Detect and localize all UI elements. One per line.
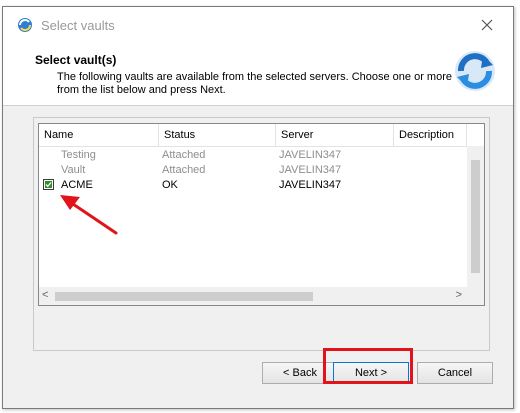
refresh-arrows-icon	[453, 49, 497, 98]
vertical-scroll-thumb[interactable]	[471, 160, 480, 273]
list-item[interactable]: Testing Attached JAVELIN347	[39, 148, 484, 163]
checkbox-icon[interactable]	[43, 179, 54, 190]
vault-server: JAVELIN347	[279, 179, 342, 191]
vault-name: ACME	[61, 179, 93, 191]
column-header-server[interactable]: Server	[276, 124, 394, 146]
vault-name: Vault	[61, 164, 86, 176]
list-header: Name Status Server Description	[39, 124, 484, 147]
cancel-button[interactable]: Cancel	[417, 362, 493, 384]
vault-status: Attached	[162, 164, 206, 176]
annotation-arrow-icon	[60, 195, 118, 235]
vault-server: JAVELIN347	[279, 149, 342, 161]
column-header-name[interactable]: Name	[39, 124, 159, 146]
horizontal-scrollbar[interactable]: < >	[39, 287, 484, 305]
vault-status: OK	[162, 179, 178, 191]
page-description: The following vaults are available from …	[57, 71, 452, 96]
list-item[interactable]: Vault Attached JAVELIN347	[39, 163, 484, 178]
vault-server: JAVELIN347	[279, 164, 342, 176]
close-icon[interactable]	[477, 15, 497, 35]
vault-status: Attached	[162, 149, 206, 161]
page-title: Select vault(s)	[35, 53, 117, 67]
column-header-status[interactable]: Status	[159, 124, 276, 146]
column-header-description[interactable]: Description	[394, 124, 467, 146]
wizard-header: Select vault(s) The following vaults are…	[3, 43, 513, 106]
scroll-left-arrow[interactable]: <	[42, 289, 48, 301]
vertical-scrollbar[interactable]	[467, 146, 484, 287]
scroll-right-arrow[interactable]: >	[456, 289, 462, 301]
horizontal-scroll-thumb[interactable]	[55, 292, 313, 301]
title-bar: Select vaults	[3, 7, 513, 43]
list-item[interactable]: ACME OK JAVELIN347	[39, 178, 484, 193]
app-icon	[17, 17, 33, 38]
next-button-highlight	[323, 348, 413, 384]
vault-name: Testing	[61, 149, 96, 161]
window-title: Select vaults	[41, 18, 115, 33]
